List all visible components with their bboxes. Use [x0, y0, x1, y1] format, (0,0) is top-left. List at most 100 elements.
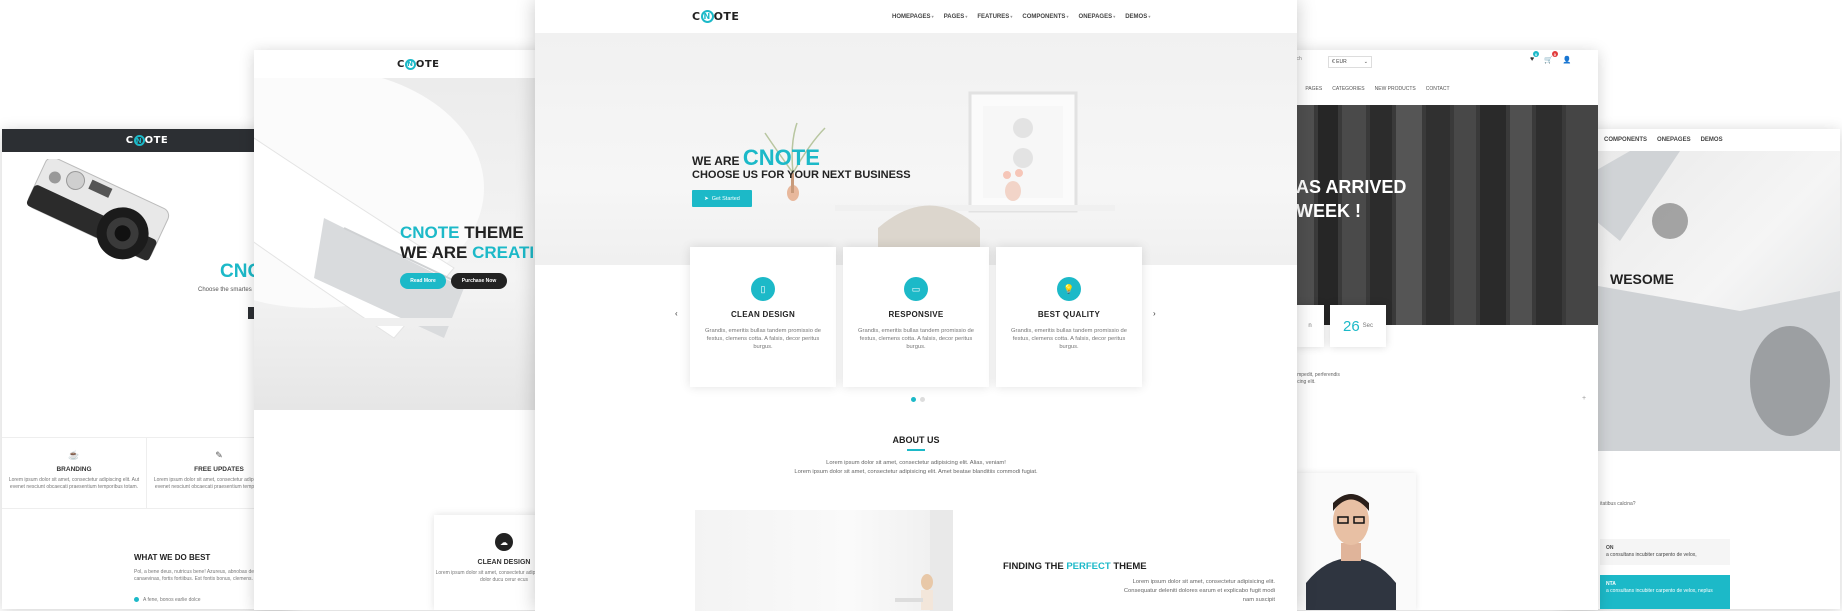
nav-item-components[interactable]: COMPONENTS — [1022, 14, 1068, 20]
logo[interactable]: C N OTE — [397, 58, 440, 70]
bulb-icon: 💡 — [1057, 277, 1081, 301]
feature-card: ▭ RESPONSIVE Grandis, emeritis bullas ta… — [843, 247, 989, 387]
read-more-button[interactable]: Read More — [400, 273, 446, 289]
menu-item[interactable]: CATEGORIES — [1332, 86, 1364, 92]
list-item: A fene, bonos earlie dolce — [134, 597, 201, 603]
mug-icon: ☕ — [68, 450, 80, 460]
hero-subtitle: Choose the smartes — [198, 287, 252, 293]
preview-card-second: C N OTE CNOTE THEME WE ARE CREATI Read Mor… — [254, 50, 574, 610]
nav-item-demos[interactable]: DEMOS — [1125, 14, 1150, 20]
cart-icon[interactable]: 🛒 0 — [1544, 51, 1558, 64]
phone-icon: ▯ — [751, 277, 775, 301]
logo[interactable]: C N OTE — [126, 135, 169, 146]
nav-item-features[interactable]: FEATURES — [977, 14, 1012, 20]
person-image — [1296, 473, 1416, 610]
wishlist-count: 0 — [1533, 51, 1540, 57]
get-started-button[interactable]: ➤ Get Started — [692, 190, 752, 207]
hero-heading: CNOTE THEME WE ARE CREATI — [400, 223, 534, 263]
user-icon[interactable]: 👤 — [1563, 56, 1572, 64]
hero-heading-accent: CNOTE — [400, 223, 460, 242]
text-line: impedit, perferendis — [1296, 372, 1340, 378]
logo-text: OTE — [713, 10, 740, 23]
logo-text: C — [397, 58, 405, 70]
wishlist-icon[interactable]: ♥ 0 — [1530, 51, 1540, 64]
hero-subheading: CHOOSE US FOR YOUR NEXT BUSINESS — [692, 169, 911, 181]
hero-heading-accent: CREATI — [472, 243, 535, 262]
accordion-title: ON — [1606, 545, 1614, 551]
carousel-dot[interactable] — [911, 397, 916, 402]
laptop-image — [1560, 151, 1840, 451]
hero-heading-text: THEME — [459, 223, 524, 242]
nav-item-homepages[interactable]: HOMEPAGES — [892, 14, 934, 20]
preview-card-right: S COMPONENTS ONEPAGES DEMOS WESOME itati… — [1560, 129, 1840, 609]
text-line: Lorem ipsum dolor sit amet, consectetur … — [826, 460, 1006, 466]
menu-item[interactable]: PAGES — [1305, 86, 1322, 92]
preview-card-main: CNOTE HOMEPAGES PAGES FEATURES COMPONENT… — [535, 0, 1297, 611]
header-icons: ♥ 0 🛒 0 👤 — [1530, 51, 1572, 64]
title-underline — [907, 449, 925, 451]
navbar: S COMPONENTS ONEPAGES DEMOS — [1560, 129, 1840, 151]
hero-section: WESOME — [1560, 151, 1840, 451]
nav-menu: HOMEPAGES PAGES FEATURES COMPONENTS ONEP… — [892, 14, 1150, 20]
office-image — [695, 510, 953, 611]
text-line: Lorem ipsum dolor sit amet, consectetur … — [794, 469, 1038, 475]
nav-item[interactable]: ONEPAGES — [1657, 137, 1691, 143]
logo-mark: N — [700, 10, 714, 23]
hero-heading-text: WE ARE — [692, 154, 743, 168]
feature-card: 💡 BEST QUALITY Grandis, emeritis bullas … — [996, 247, 1142, 387]
text-line: Lorem ipsum dolor sit amet, consectetur … — [1132, 579, 1275, 585]
section-text: Lorem ipsum dolor sit amet, consectetur … — [975, 578, 1275, 605]
feature-row: ☕ BRANDING Lorem ipsum dolor sit amet, c… — [2, 437, 292, 509]
hero-heading: WE ARE CNOTE — [692, 145, 820, 171]
countdown-box: n — [1296, 305, 1324, 347]
purchase-now-button[interactable]: Purchase Now — [451, 273, 507, 289]
hero-heading-text: WE ARE — [400, 243, 473, 262]
countdown-label: Sec — [1362, 323, 1374, 329]
button-label: Get Started — [711, 195, 740, 202]
chevron-down-icon: ⌄ — [1363, 59, 1368, 65]
cloud-icon: ☁ — [495, 533, 513, 551]
navbar: C N OTE — [2, 129, 292, 152]
currency-select[interactable]: € EUR ⌄ — [1328, 56, 1372, 68]
logo-text: OTE — [144, 135, 169, 146]
hero-heading: AS ARRIVED WEEK ! — [1296, 175, 1406, 223]
nav-item[interactable]: COMPONENTS — [1604, 137, 1647, 143]
carousel-dot[interactable] — [920, 397, 925, 402]
text-line: nam suscipit — [1242, 597, 1275, 603]
accordion-text: a consultans incubiter carpento de velox… — [1606, 552, 1697, 558]
nav-item[interactable]: DEMOS — [1701, 137, 1723, 143]
accordion-item[interactable]: ON a consultans incubiter carpento de ve… — [1600, 539, 1730, 565]
logo-text: C — [125, 135, 134, 146]
carousel-dots — [911, 397, 925, 402]
carousel-prev-arrow[interactable]: ‹ — [675, 309, 678, 318]
team-card — [1296, 473, 1416, 610]
currency-value: € EUR — [1332, 59, 1347, 65]
countdown-box: 26 Sec — [1330, 305, 1386, 347]
title-text: FINDING THE — [1003, 561, 1067, 572]
feature-text: Grandis, emeritis bullas tandem promissi… — [1011, 328, 1127, 350]
nav-item-pages[interactable]: PAGES — [944, 14, 968, 20]
logo-text: C — [692, 10, 701, 23]
preview-card-left: C N OTE CNO Choose the smartes ☕ BRANDING … — [2, 129, 292, 609]
text-line: Consequatur deleniti dolores earum et ex… — [1123, 588, 1275, 594]
product-text: impedit, perferendis icing elit. — [1296, 372, 1340, 386]
section-title: WHAT WE DO BEST — [134, 553, 211, 562]
section-title: ABOUT US — [892, 435, 940, 445]
shop-menu: E PAGES CATEGORIES NEW PRODUCTS CONTACT — [1292, 86, 1450, 92]
plus-icon[interactable]: + — [1582, 395, 1586, 402]
title-text: THEME — [1110, 561, 1147, 572]
section-title: FINDING THE PERFECT THEME — [1003, 561, 1147, 572]
carousel-next-arrow[interactable]: › — [1153, 309, 1156, 318]
menu-item[interactable]: CONTACT — [1426, 86, 1450, 92]
cart-count: 0 — [1551, 51, 1558, 57]
menu-item[interactable]: NEW PRODUCTS — [1375, 86, 1416, 92]
logo-mark: N — [133, 135, 145, 146]
logo-mark: N — [404, 58, 416, 70]
accordion-item-active[interactable]: NTA a consultans incubiter carpento de v… — [1600, 575, 1730, 609]
logo-text: OTE — [415, 58, 440, 70]
text-line: icing elit. — [1296, 379, 1316, 385]
feature-title: RESPONSIVE — [888, 310, 944, 319]
logo[interactable]: C N OTE — [692, 10, 739, 23]
title-accent: PERFECT — [1066, 561, 1111, 572]
nav-item-onepages[interactable]: ONEPAGES — [1079, 14, 1116, 20]
